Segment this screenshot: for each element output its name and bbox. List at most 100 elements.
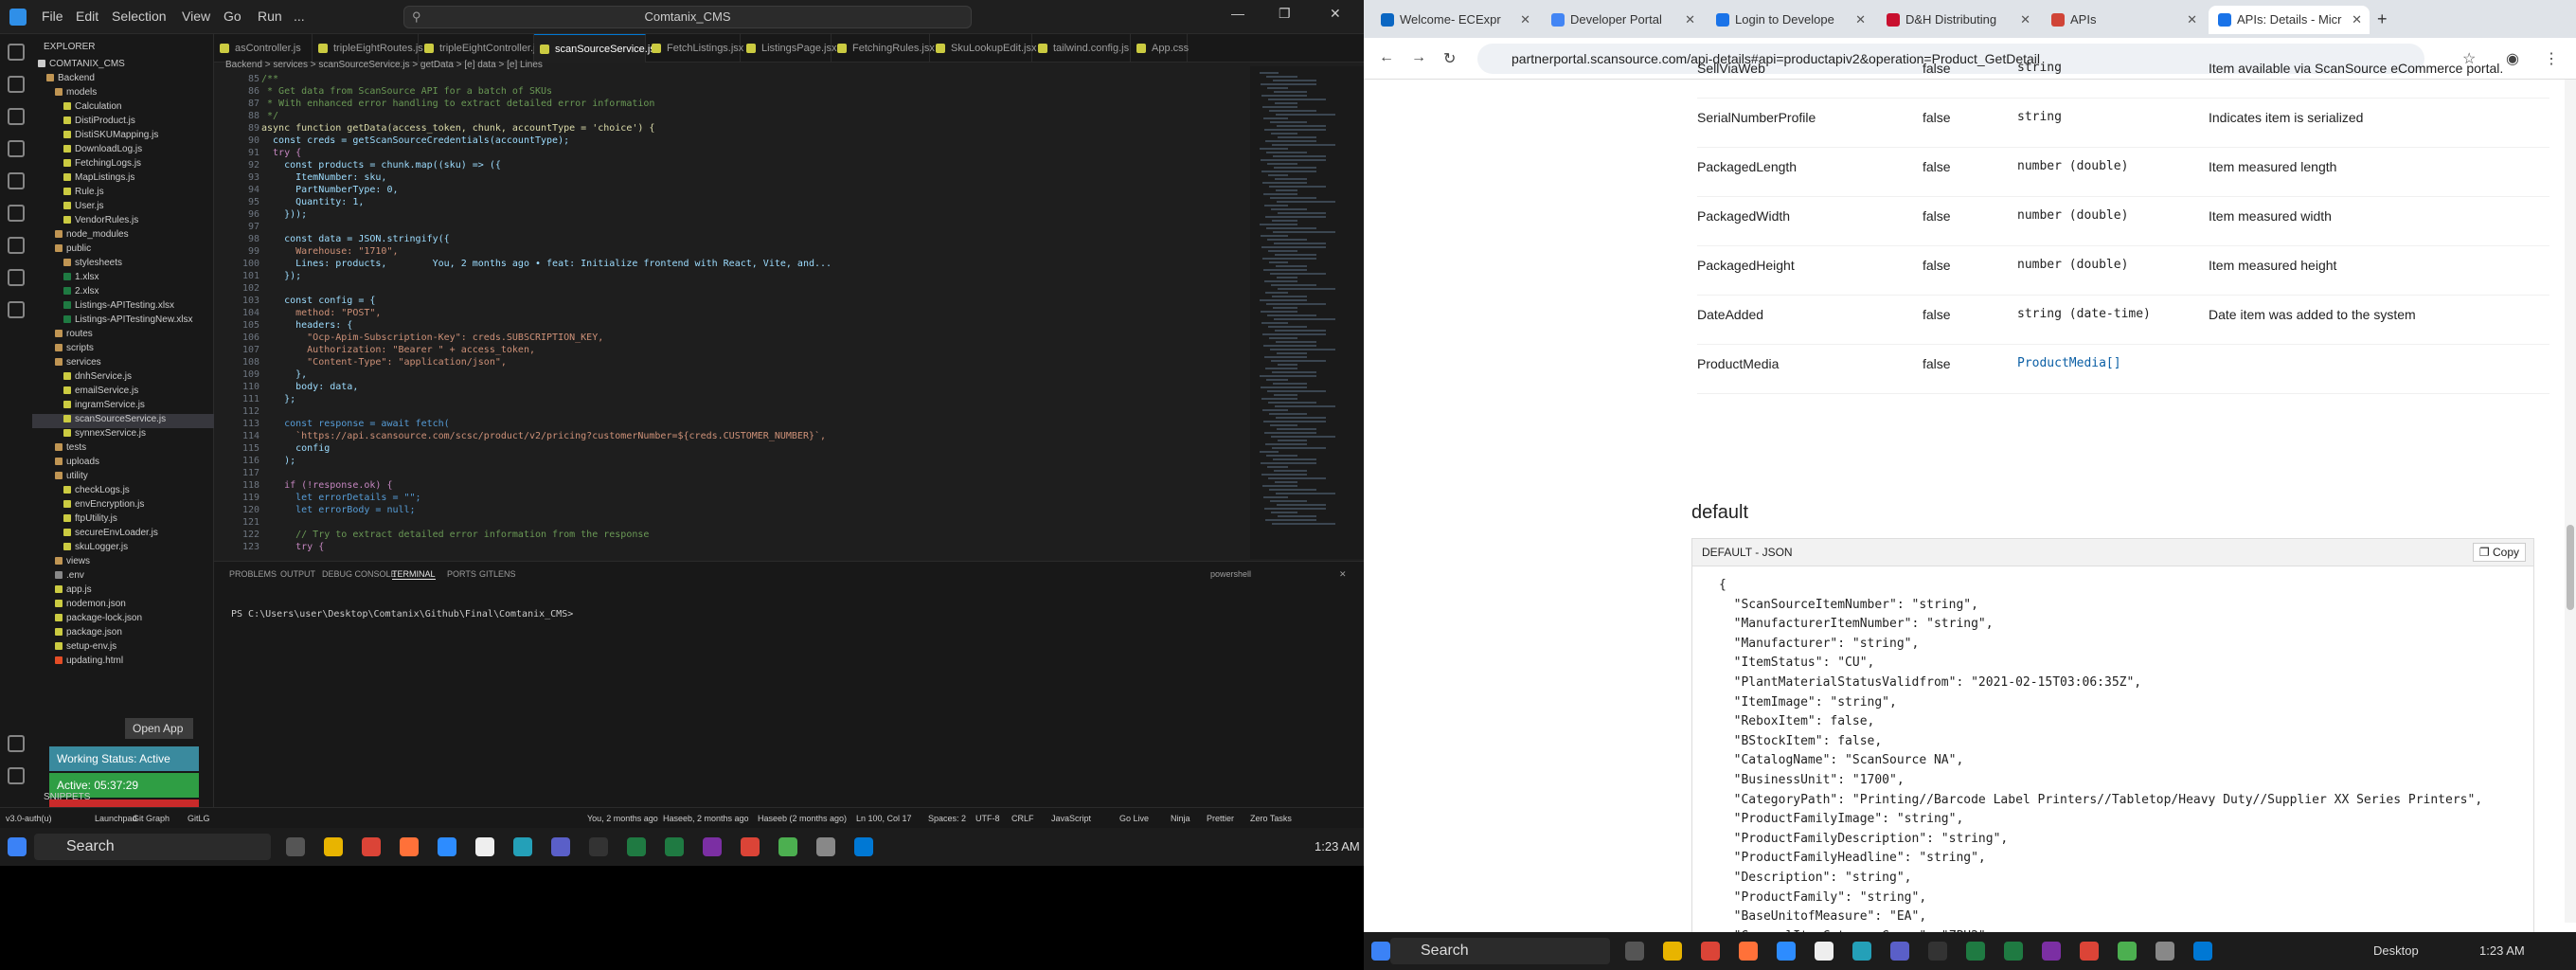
tree-file[interactable]: DownloadLog.js <box>32 144 214 158</box>
code-line[interactable]: const data = JSON.stringify({ <box>261 234 450 244</box>
tree-file[interactable]: ftpUtility.js <box>32 513 214 528</box>
tab-close-icon[interactable]: ✕ <box>1685 6 1695 34</box>
json-sample-code[interactable]: { "ScanSourceItemNumber": "string", "Man… <box>1691 566 2534 970</box>
minimap[interactable] <box>1250 66 1364 559</box>
menu-go[interactable]: Go <box>224 9 242 24</box>
menu-edit[interactable]: Edit <box>76 9 98 24</box>
code-line[interactable]: let errorDetails = ""; <box>261 493 420 503</box>
taskbar-search[interactable]: Search <box>34 834 271 860</box>
status-item[interactable]: GitLG <box>188 808 210 829</box>
menu-more[interactable]: ... <box>294 9 305 24</box>
chrome-icon-2[interactable] <box>2080 942 2099 961</box>
terminal-icon[interactable] <box>589 837 608 856</box>
code-line[interactable]: const response = await fetch( <box>261 419 450 429</box>
app-icon-3[interactable] <box>2156 942 2174 961</box>
tree-file[interactable]: checkLogs.js <box>32 485 214 499</box>
tree-file[interactable]: setup-env.js <box>32 641 214 656</box>
copy-button[interactable]: ❐ Copy <box>2472 543 2526 562</box>
code-line[interactable]: headers: { <box>261 320 352 331</box>
status-item[interactable]: Git Graph <box>133 808 170 829</box>
status-item[interactable]: Go Live <box>1119 808 1149 829</box>
vscode-taskbar-icon[interactable] <box>2193 942 2212 961</box>
tree-file[interactable]: Calculation <box>32 101 214 116</box>
page-scrollbar[interactable] <box>2565 80 2576 923</box>
tree-file[interactable]: nodemon.json <box>32 599 214 613</box>
code-line[interactable]: if (!response.ok) { <box>261 480 392 491</box>
reload-icon[interactable]: ↻ <box>1443 49 1456 68</box>
tab-debug-console[interactable]: DEBUG CONSOLE <box>322 569 397 579</box>
code-line[interactable]: // Try to extract detailed error informa… <box>261 530 649 540</box>
tree-file[interactable]: synnexService.js <box>32 428 214 442</box>
tab-close-icon[interactable]: ✕ <box>1855 6 1866 34</box>
tree-folder[interactable]: models <box>32 87 214 101</box>
restore-icon[interactable]: ❐ <box>1279 6 1291 22</box>
code-line[interactable]: ItemNumber: sku, <box>261 172 386 183</box>
menu-file[interactable]: File <box>42 9 63 24</box>
firefox-icon[interactable] <box>400 837 419 856</box>
code-line[interactable]: const config = { <box>261 296 375 306</box>
status-item[interactable]: Haseeb, 2 months ago <box>663 808 749 829</box>
zoom-icon[interactable] <box>438 837 456 856</box>
open-app-button[interactable]: Open App ↗ <box>125 718 193 756</box>
remote-icon[interactable] <box>8 205 25 222</box>
tree-file[interactable]: envEncryption.js <box>32 499 214 513</box>
status-item[interactable]: Ln 100, Col 17 <box>856 808 912 829</box>
chrome-icon[interactable] <box>362 837 381 856</box>
tree-folder[interactable]: node_modules <box>32 229 214 243</box>
status-item[interactable]: CRLF <box>1011 808 1034 829</box>
browser-tab[interactable]: Welcome- ECExpr ✕ <box>1371 6 1538 34</box>
code-line[interactable]: "Ocp-Apim-Subscription-Key": creds.SUBSC… <box>261 332 603 343</box>
back-icon[interactable]: ← <box>1379 49 1394 66</box>
code-line[interactable]: "Content-Type": "application/json", <box>261 357 507 368</box>
firefox-icon[interactable] <box>1739 942 1758 961</box>
status-item[interactable]: Ninja <box>1171 808 1190 829</box>
taskbar-search[interactable]: Search <box>1390 938 1610 964</box>
browser-tab[interactable]: APIs ✕ <box>2042 6 2205 34</box>
tree-file[interactable]: .env <box>32 570 214 584</box>
menu-view[interactable]: View <box>182 9 210 24</box>
code-line[interactable]: const products = chunk.map((sku) => ({ <box>261 160 501 171</box>
app-icon-2[interactable] <box>2118 942 2137 961</box>
explorer-icon[interactable] <box>8 44 25 61</box>
app-icon[interactable] <box>1852 942 1871 961</box>
taskbar-clock[interactable]: 1:23 AM <box>2479 943 2525 958</box>
tab-close-icon[interactable]: ✕ <box>2020 6 2030 34</box>
browser-tab[interactable]: APIs: Details - Micr ✕ <box>2209 6 2370 34</box>
excel-icon[interactable] <box>1966 942 1985 961</box>
code-line[interactable]: `https://api.scansource.com/scsc/product… <box>261 431 826 441</box>
onenote-icon[interactable] <box>2042 942 2061 961</box>
tree-file[interactable]: secureEnvLoader.js <box>32 528 214 542</box>
run-debug-icon[interactable] <box>8 140 25 157</box>
tree-folder[interactable]: views <box>32 556 214 570</box>
code-line[interactable]: Warehouse: "1710", <box>261 246 398 257</box>
snippets-section[interactable]: SNIPPETS <box>44 792 90 802</box>
new-tab-icon[interactable]: + <box>2377 9 2388 29</box>
app-icon[interactable] <box>513 837 532 856</box>
tree-file[interactable]: Listings-APITesting.xlsx <box>32 300 214 314</box>
tree-folder[interactable]: tests <box>32 442 214 457</box>
tab-terminal[interactable]: TERMINAL <box>392 569 436 580</box>
forward-icon[interactable]: → <box>1411 49 1426 66</box>
tree-file[interactable]: updating.html <box>32 656 214 670</box>
status-item[interactable]: Zero Tasks <box>1250 808 1292 829</box>
tab-output[interactable]: OUTPUT <box>280 569 315 579</box>
code-line[interactable]: let errorBody = null; <box>261 505 415 515</box>
excel-icon-2[interactable] <box>2004 942 2023 961</box>
desktop-label[interactable]: Desktop <box>2373 943 2419 958</box>
terminal-shell-label[interactable]: powershell <box>1210 569 1251 579</box>
teams-icon[interactable] <box>1890 942 1909 961</box>
zoom-icon[interactable] <box>1777 942 1796 961</box>
tab-close-icon[interactable]: ✕ <box>2352 6 2362 34</box>
tree-file[interactable]: skuLogger.js <box>32 542 214 556</box>
terminal-icon[interactable] <box>1928 942 1947 961</box>
code-line[interactable]: }; <box>261 394 295 404</box>
code-line[interactable]: })); <box>261 209 307 220</box>
tab-close-icon[interactable]: ✕ <box>1520 6 1530 34</box>
command-center[interactable]: ⚲ Comtanix_CMS <box>403 6 972 28</box>
param-type[interactable]: ProductMedia[] <box>2017 356 2121 370</box>
breadcrumb[interactable]: Backend > services > scanSourceService.j… <box>214 57 1364 74</box>
tree-folder[interactable]: uploads <box>32 457 214 471</box>
code-line[interactable]: config <box>261 443 330 454</box>
tree-file[interactable]: DistiProduct.js <box>32 116 214 130</box>
browser-tab[interactable]: Login to Develope ✕ <box>1707 6 1873 34</box>
